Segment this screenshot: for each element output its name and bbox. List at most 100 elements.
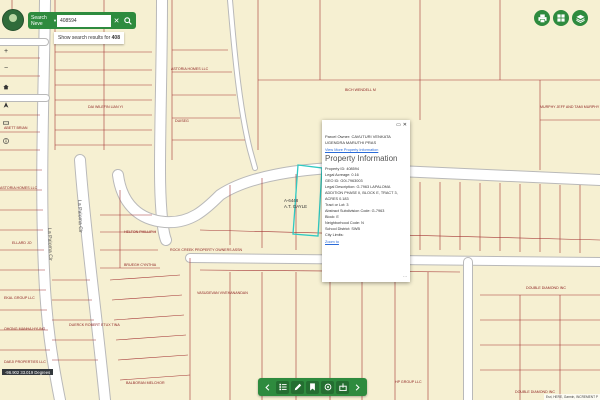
dock-icon[interactable]: ▭ [396,122,401,128]
select-tool-button[interactable] [321,380,334,394]
search-input[interactable]: 408594 [57,14,111,27]
parcel-label: ROCK CREEK PROPERTY OWNERS ASSN [170,248,243,252]
layers-button[interactable] [572,10,588,26]
search-suggestion-term: 408 [111,35,120,41]
close-icon: ✕ [113,17,120,25]
chevron-right-icon [355,383,360,391]
parcel-label: DAI WILEFIN LIAN YI [88,105,123,109]
parcel-label: ASTORIA HOMES LLC [171,67,209,71]
legend-button[interactable] [276,380,289,394]
bookmark-icon [310,383,315,391]
view-more-link[interactable]: View More Property Information [325,148,407,152]
close-icon[interactable]: ✕ [403,122,407,128]
parcel-label: HP GROUP LLC [395,380,422,384]
draw-button[interactable] [291,380,304,394]
search-suggestion-text: Show search results for [58,35,112,41]
locate-icon [3,102,9,108]
parcel-label: DAEJI PROPERTIES LLC [4,360,46,364]
parcel-label: HELTON PHILLIP H [124,230,157,234]
select-icon [324,383,331,391]
parcel-label: MURPHY JEFF AND TAMI MURPHY [540,105,600,109]
highlight-label-survey: A.T. GAYLE [284,204,307,209]
clear-search-button[interactable]: ✕ [111,15,122,27]
bottom-toolbar [258,378,367,396]
search-bar: Search Neve ▼ 408594 ✕ [28,12,136,29]
home-button[interactable] [2,83,10,91]
search-button[interactable] [122,15,133,27]
search-layer-select[interactable]: Search Neve ▼ [31,15,57,27]
more-options-button[interactable]: ··· [403,274,407,279]
pencil-icon [294,383,301,391]
field-label: Abstract Subdivision Code: [325,209,371,213]
field-value: 408594 [346,167,359,171]
prev-button[interactable] [261,381,274,394]
field-value: 0.16 [351,173,359,177]
measure-button[interactable] [2,119,10,127]
zoom-to-link[interactable]: Zoom to [325,240,339,244]
bookmark-button[interactable] [306,380,319,394]
field-label: Legal Description: [325,185,356,189]
property-popup: ▭ ✕ Parcel Owner: CAVUTURI VENKATA UGEND… [322,120,410,282]
parcel-label: DOUBLE DIAMOND INC [526,286,566,290]
parcel-label: BRUEGH CYNTHIA [124,263,157,267]
parcel-owner: Parcel Owner: CAVUTURI VENKATA UGENDRA M… [325,134,391,145]
field-label: GEO ID: [325,179,340,183]
parcel-label: DUERCK ROBERT ETUX TINA [69,323,120,327]
grid-icon [557,14,565,22]
home-icon [3,84,9,90]
map-canvas[interactable]: La Paloma Cir La Paloma Cir A-6448 A.T. … [0,0,600,400]
zoom-out-button[interactable]: − [2,64,10,72]
highlight-label-abstract: A-6448 [284,198,299,203]
next-button[interactable] [351,381,364,394]
plus-icon: + [3,47,9,55]
field-label: Tract or Lot: [325,203,346,207]
parcel-label: EKAL GROUP LLC [4,296,35,300]
minus-icon: − [3,64,9,72]
layers-icon [575,14,585,23]
field-value: N [361,221,364,225]
field-label: City Limits: [325,233,344,237]
search-suggestion[interactable]: Show search results for 408 [54,32,124,44]
parcel-label: ASTORIA HOMES LLC [0,186,38,190]
field-row: City Limits: [325,232,407,238]
parcel-label: BALBORAN MELCHOR [126,381,165,385]
field-label: Property ID: [325,167,346,171]
map-attribution: Esri, HERE, Garmin, INCREMENT P [543,394,600,400]
chevron-left-icon [265,383,270,391]
parcel-label: OHONG MANHA HYUNG [4,327,46,331]
parcel-label: VASUDEVAN VIVEKANANDAN [197,291,248,295]
search-layer-label: Search Neve [31,14,47,27]
ruler-icon [3,121,9,125]
legend-icon [278,383,287,391]
info-button[interactable] [2,137,10,145]
print-button[interactable] [534,10,550,26]
field-value: E [336,215,339,219]
parcel-label: DUISEG [175,119,189,123]
popup-controls: ▭ ✕ [396,122,407,128]
field-label: Neighborhood Code: [325,221,361,225]
share-icon [338,383,347,391]
zoom-in-button[interactable]: + [2,47,10,55]
street-label-la-paloma-1: La Paloma Cir [76,200,83,233]
parcel-label: ELLARD JO [12,241,32,245]
field-row: Legal Description: G-7963 LAPALOMA ADDIT… [325,184,407,202]
field-value: 3 [346,203,349,207]
field-value: G0I-7963003 [340,179,363,183]
popup-title: Property Information [325,154,398,163]
locate-button[interactable] [2,101,10,109]
info-icon [3,138,9,144]
share-button[interactable] [336,380,349,394]
search-icon [123,16,132,25]
app-logo [2,9,24,31]
search-input-value: 408594 [60,17,77,24]
coordinates-readout: -96.902 33.019 Degrees [2,369,54,375]
property-fields: Property ID: 408594 Legal Acreage: 0.16 … [325,166,407,238]
field-value: SWB [351,227,361,231]
street-label-la-paloma-2: La Paloma Cir [46,228,53,261]
field-value: G-7963 [371,209,385,213]
field-label: Block: [325,215,336,219]
basemap-gallery-button[interactable] [553,10,569,26]
field-label: School District: [325,227,351,231]
field-label: Legal Acreage: [325,173,351,177]
parcel-label: BICH WENDELL M [345,88,376,92]
